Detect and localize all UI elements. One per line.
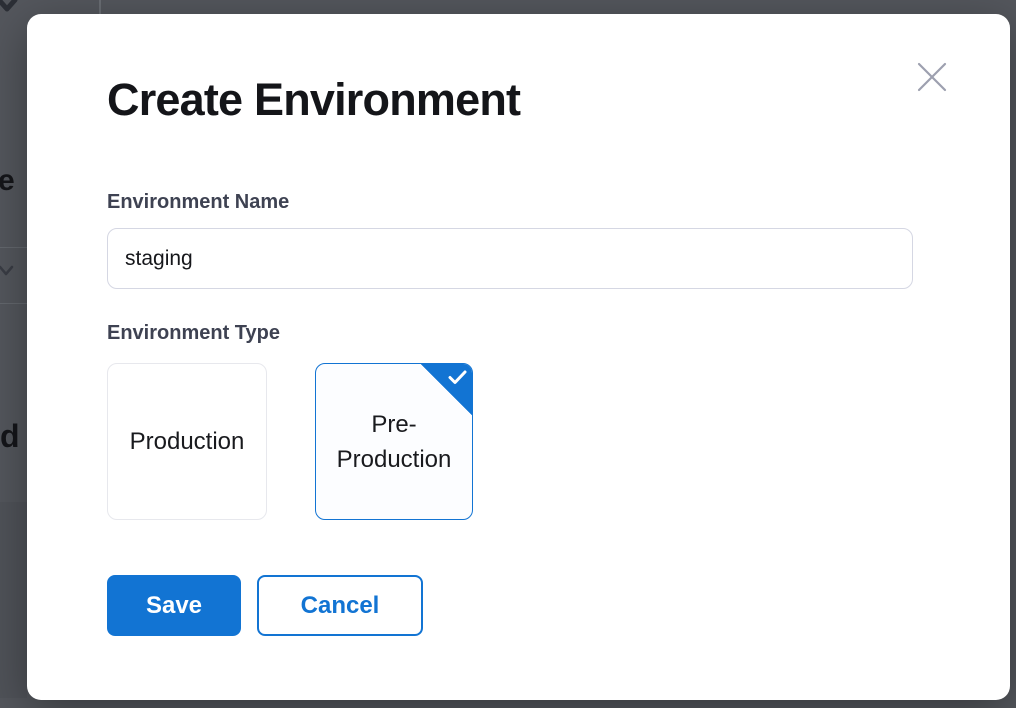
environment-type-label: Environment Type [107,320,280,346]
backdrop-divider [0,303,27,304]
type-option-production[interactable]: Production [107,363,267,520]
save-button[interactable]: Save [107,575,241,636]
selected-corner-badge [420,363,473,416]
environment-name-label: Environment Name [107,189,289,215]
close-button[interactable] [913,59,951,97]
backdrop-chevron-icon [0,264,16,283]
environment-name-input[interactable] [107,228,913,289]
backdrop-clipped-text-bottom: d [0,418,20,455]
type-option-label: Production [122,424,253,459]
backdrop-section [0,502,27,698]
cancel-button[interactable]: Cancel [257,575,423,636]
backdrop-chevron-icon [0,0,19,19]
backdrop-divider [99,0,101,14]
backdrop-clipped-text-top: e [0,164,15,198]
dialog-title: Create Environment [107,74,520,126]
type-option-label: Pre-Production [316,407,472,477]
type-option-pre-production[interactable]: Pre-Production [315,363,473,520]
close-x-icon [916,61,948,96]
create-environment-dialog: Create Environment Environment Name Envi… [27,14,1010,700]
backdrop-divider [0,247,27,248]
